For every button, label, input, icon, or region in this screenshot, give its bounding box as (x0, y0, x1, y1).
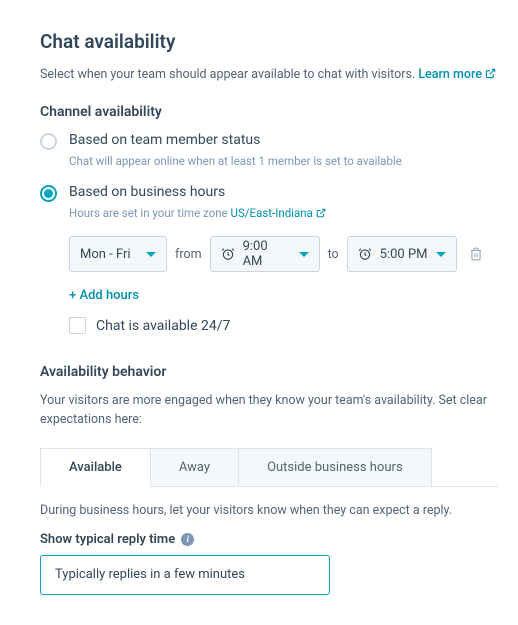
caret-down-icon (436, 252, 446, 257)
radio-team-status[interactable] (40, 133, 57, 150)
tab-outside[interactable]: Outside business hours (238, 448, 432, 486)
page-description: Select when your team should appear avai… (40, 67, 498, 82)
tab-away[interactable]: Away (150, 448, 239, 486)
caret-down-icon (146, 252, 156, 257)
days-select[interactable]: Mon - Fri (69, 236, 167, 272)
page-title: Chat availability (40, 30, 498, 53)
reply-time-select[interactable]: Typically replies in a few minutes (40, 555, 330, 595)
to-label: to (328, 247, 339, 262)
start-time-select[interactable]: 9:00 AM (210, 236, 320, 272)
add-hours-button[interactable]: + Add hours (69, 288, 498, 303)
channel-heading: Channel availability (40, 104, 498, 120)
always-available-checkbox[interactable] (69, 317, 86, 334)
behavior-heading: Availability behavior (40, 364, 498, 380)
radio-business-hours[interactable] (40, 185, 57, 202)
behavior-description: Your visitors are more engaged when they… (40, 392, 498, 430)
end-time-select[interactable]: 5:00 PM (347, 236, 457, 272)
radio-business-hours-sub: Hours are set in your time zone US/East-… (69, 206, 498, 220)
always-available-label: Chat is available 24/7 (96, 318, 230, 334)
reply-time-label: Show typical reply time i (40, 532, 498, 547)
learn-more-link[interactable]: Learn more (418, 67, 496, 82)
delete-hours-icon[interactable] (469, 247, 483, 261)
caret-down-icon (299, 252, 309, 257)
from-label: from (175, 247, 202, 262)
external-link-icon (316, 208, 326, 218)
info-icon[interactable]: i (181, 533, 194, 546)
radio-team-status-sub: Chat will appear online when at least 1 … (69, 154, 498, 168)
radio-team-status-label: Based on team member status (69, 132, 260, 148)
external-link-icon (485, 68, 496, 79)
radio-business-hours-label: Based on business hours (69, 184, 225, 200)
clock-icon (358, 247, 372, 261)
timezone-link[interactable]: US/East-Indiana (231, 206, 326, 220)
behavior-tabs: Available Away Outside business hours (40, 448, 498, 487)
tab-available[interactable]: Available (40, 448, 151, 487)
tab-content-description: During business hours, let your visitors… (40, 503, 498, 518)
clock-icon (221, 247, 235, 261)
